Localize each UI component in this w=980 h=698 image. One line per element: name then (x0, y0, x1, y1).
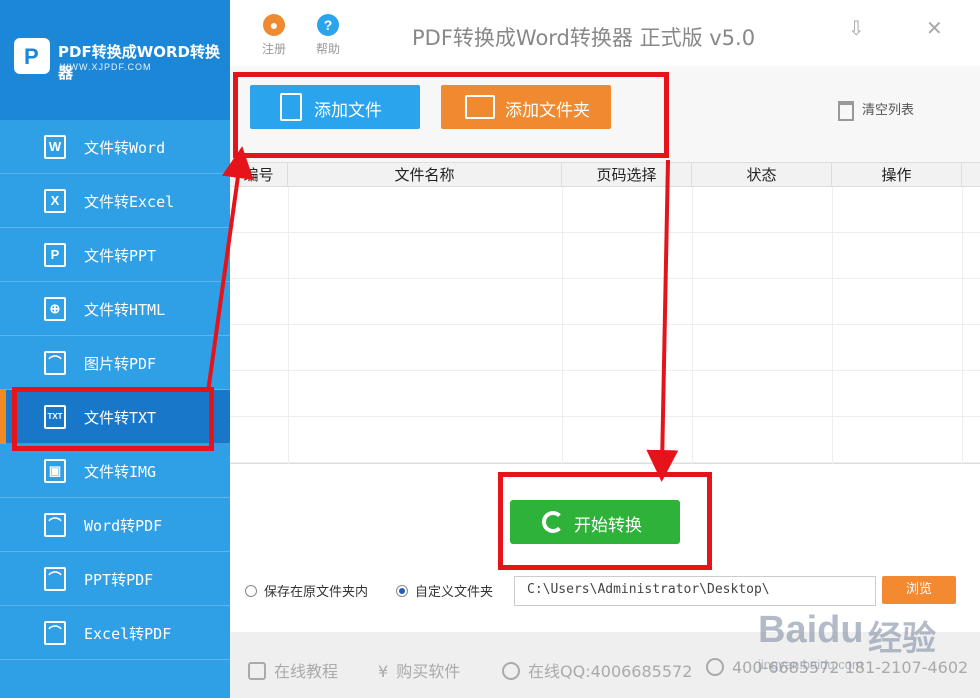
col-header-number: 编号 (230, 163, 288, 187)
title-bar: ● 注册 ? 帮助 PDF转换成Word转换器 正式版 v5.0 ⇩ ✕ (230, 0, 980, 66)
sidebar-item-9[interactable]: ⌒ Excel转PDF (0, 606, 230, 660)
annotation-box-start (498, 472, 712, 570)
watermark-cn: 经验 (868, 619, 936, 659)
help-icon: ? (317, 14, 339, 36)
col-header-actions: 操作 (832, 163, 962, 187)
pdf-icon: ⌒ (44, 621, 66, 645)
radio-dot-icon (245, 585, 257, 597)
help-button[interactable]: ? 帮助 (316, 14, 340, 57)
window-title: PDF转换成Word转换器 正式版 v5.0 (412, 26, 756, 50)
pdf-icon: ⌒ (44, 351, 66, 375)
sidebar-item-8[interactable]: ⌒ PPT转PDF (0, 552, 230, 606)
sidebar-item-label: Word转PDF (84, 517, 163, 535)
qq-link[interactable]: 在线QQ:4006685572 (502, 658, 692, 682)
sidebar-item-0[interactable]: W 文件转Word (0, 120, 230, 174)
qq-icon (502, 662, 520, 680)
annotation-box-add-buttons (233, 72, 669, 158)
table-row (230, 233, 980, 279)
sidebar-item-label: 文件转IMG (84, 463, 157, 481)
sidebar-item-7[interactable]: ⌒ Word转PDF (0, 498, 230, 552)
sidebar-item-3[interactable]: ⊕ 文件转HTML (0, 282, 230, 336)
table-header: 编号 文件名称 页码选择 状态 操作 (230, 163, 980, 187)
sidebar-item-label: 图片转PDF (84, 355, 157, 373)
ppt-icon: P (44, 243, 66, 267)
globe-icon: ⊕ (44, 297, 66, 321)
col-header-status: 状态 (692, 163, 832, 187)
help-label: 帮助 (316, 42, 341, 56)
sidebar-item-1[interactable]: X 文件转Excel (0, 174, 230, 228)
column-divider (288, 187, 289, 465)
sidebar-item-4[interactable]: ⌒ 图片转PDF (0, 336, 230, 390)
excel-icon: X (44, 189, 66, 213)
column-divider (692, 187, 693, 465)
col-header-pages: 页码选择 (562, 163, 692, 187)
document-icon (248, 662, 266, 680)
table-row (230, 417, 980, 463)
table-row (230, 325, 980, 371)
watermark-url: jingyan.baidu.com (758, 657, 863, 672)
column-divider (832, 187, 833, 465)
register-label: 注册 (262, 42, 287, 56)
yen-icon: ¥ (378, 662, 389, 681)
word-icon: W (44, 135, 66, 159)
col-header-filename: 文件名称 (288, 163, 562, 187)
buy-label: 购买软件 (396, 662, 461, 681)
sidebar-item-label: 文件转Excel (84, 193, 175, 211)
logo-url: WWW.XJPDF.COM (60, 62, 152, 72)
baidu-watermark: Baidu 经验 jingyan.baidu.com (750, 585, 980, 698)
file-table: 编号 文件名称 页码选择 状态 操作 (230, 162, 980, 465)
trash-icon (838, 100, 854, 121)
app-logo: P PDF转换成WORD转换器 WWW.XJPDF.COM (0, 0, 230, 120)
buy-link[interactable]: ¥ 购买软件 (378, 658, 460, 682)
sidebar: P PDF转换成WORD转换器 WWW.XJPDF.COM W 文件转Word X 文… (0, 0, 230, 698)
custom-folder-radio[interactable]: 自定义文件夹 (396, 581, 493, 600)
pdf-icon: ⌒ (44, 567, 66, 591)
save-original-radio[interactable]: 保存在原文件夹内 (245, 581, 368, 600)
register-button[interactable]: ● 注册 (262, 14, 286, 57)
sidebar-item-2[interactable]: P 文件转PPT (0, 228, 230, 282)
tutorial-link[interactable]: 在线教程 (248, 658, 338, 682)
phone-icon (706, 658, 724, 676)
pdf-icon: ⌒ (44, 513, 66, 537)
sidebar-item-6[interactable]: ▣ 文件转IMG (0, 444, 230, 498)
column-divider (962, 187, 963, 465)
sidebar-item-label: Excel转PDF (84, 625, 172, 643)
user-icon: ● (263, 14, 285, 36)
column-divider (562, 187, 563, 465)
clear-list-button[interactable]: 清空列表 (838, 99, 914, 121)
table-row (230, 279, 980, 325)
save-original-label: 保存在原文件夹内 (264, 585, 369, 600)
sidebar-item-label: 文件转PPT (84, 247, 157, 265)
custom-folder-label: 自定义文件夹 (415, 585, 494, 600)
table-row (230, 371, 980, 417)
minimize-icon[interactable]: ⇩ (848, 16, 865, 40)
table-row (230, 187, 980, 233)
sidebar-item-label: 文件转HTML (84, 301, 166, 319)
tutorial-label: 在线教程 (274, 662, 339, 681)
annotation-box-txt (12, 387, 214, 451)
sidebar-item-label: PPT转PDF (84, 571, 154, 589)
logo-mark-icon: P (14, 38, 50, 74)
radio-selected-icon (396, 585, 408, 597)
close-icon[interactable]: ✕ (926, 16, 943, 40)
watermark-brand: Baidu (758, 609, 864, 651)
clear-list-label: 清空列表 (862, 103, 915, 118)
sidebar-item-label: 文件转Word (84, 139, 166, 157)
qq-label: 在线QQ:4006685572 (528, 662, 693, 681)
image-icon: ▣ (44, 459, 66, 483)
